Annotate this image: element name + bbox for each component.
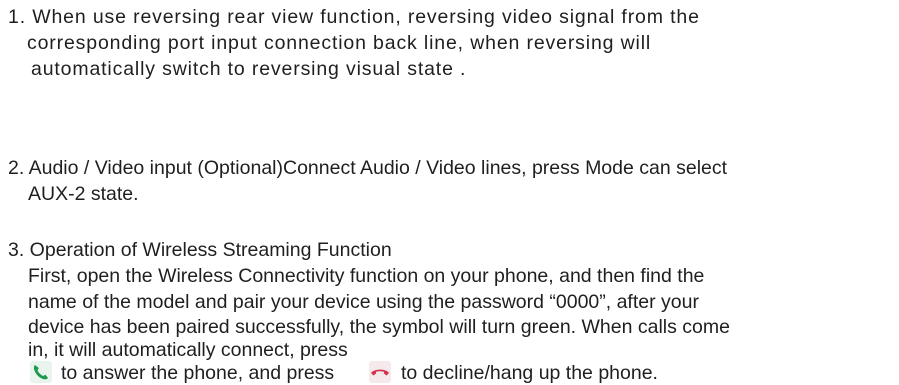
item3-line4: device has been paired successfully, the… [28, 316, 730, 338]
item3-heading: 3. Operation of Wireless Streaming Funct… [8, 239, 392, 261]
item3-line6-answer-text: to answer the phone, and press [61, 362, 335, 384]
item3-line3: name of the model and pair your device u… [28, 291, 699, 313]
item1-line1: 1. When use reversing rear view function… [8, 6, 700, 28]
item3-line5: in, it will automatically connect, press [28, 339, 348, 361]
item1-line2: corresponding port input connection back… [27, 32, 652, 54]
answer-call-icon [30, 361, 52, 383]
item3-line2: First, open the Wireless Connectivity fu… [28, 265, 705, 287]
decline-call-icon [369, 361, 391, 383]
item2-line1: 2. Audio / Video input (Optional)Connect… [8, 157, 728, 179]
item1-line3: automatically switch to reversing visual… [31, 58, 467, 80]
item2-line2: AUX-2 state. [28, 183, 139, 205]
item3-line6-decline-text: to decline/hang up the phone. [401, 362, 658, 384]
